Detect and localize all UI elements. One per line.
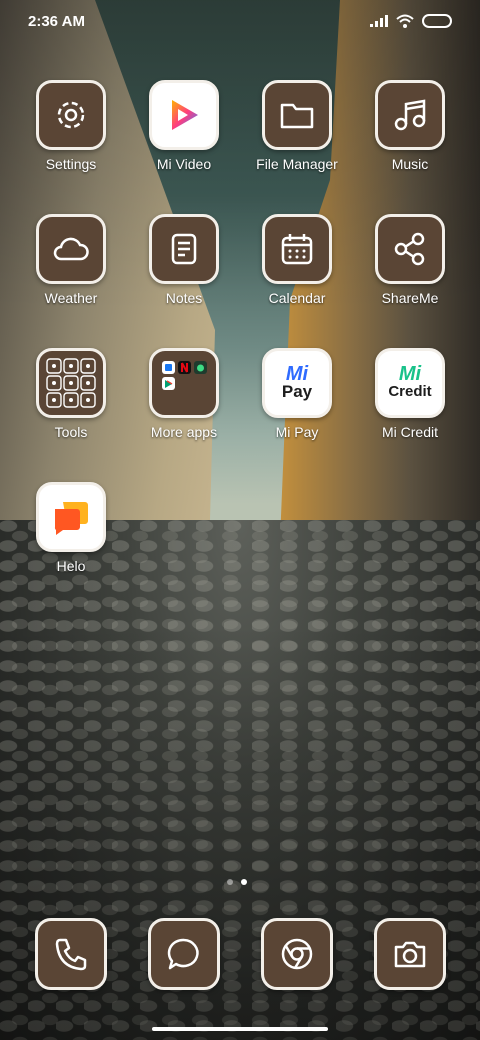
dock-browser[interactable]: [261, 918, 333, 990]
app-helo[interactable]: Helo: [16, 482, 126, 574]
app-label: Calendar: [268, 290, 326, 306]
tools-folder-icon: [36, 348, 106, 418]
home-indicator-bar[interactable]: [152, 1027, 328, 1031]
app-label: Tools: [54, 424, 88, 440]
app-file-manager[interactable]: File Manager: [242, 80, 352, 172]
camera-icon: [374, 918, 446, 990]
share-icon: [375, 214, 445, 284]
pay-logo-text: Pay: [281, 382, 313, 401]
app-label: ShareMe: [381, 290, 439, 306]
app-mi-credit[interactable]: Mi Credit Mi Credit: [355, 348, 465, 440]
app-settings[interactable]: Settings: [16, 80, 126, 172]
page-dot[interactable]: [227, 879, 233, 885]
app-shareme[interactable]: ShareMe: [355, 214, 465, 306]
status-bar: 2:36 AM: [0, 0, 480, 44]
app-label: Mi Video: [156, 156, 212, 172]
credit-logo-text: Credit: [388, 383, 432, 400]
dock-messages[interactable]: [148, 918, 220, 990]
app-label: Notes: [165, 290, 203, 306]
app-weather[interactable]: Weather: [16, 214, 126, 306]
app-mi-video[interactable]: Mi Video: [129, 80, 239, 172]
app-label: Weather: [44, 290, 98, 306]
app-mi-pay[interactable]: Mi Pay Mi Pay: [242, 348, 352, 440]
app-notes[interactable]: Notes: [129, 214, 239, 306]
mi-logo-text: Mi: [285, 363, 309, 385]
note-icon: [149, 214, 219, 284]
wifi-icon: [396, 14, 414, 28]
gear-icon: [36, 80, 106, 150]
app-calendar[interactable]: Calendar: [242, 214, 352, 306]
folder-icon: [262, 80, 332, 150]
page-indicator: [227, 879, 247, 885]
page-dot-active[interactable]: [241, 879, 247, 885]
mi-pay-icon: Mi Pay: [262, 348, 332, 418]
app-label: Music: [391, 156, 429, 172]
mi-credit-icon: Mi Credit: [375, 348, 445, 418]
phone-icon: [35, 918, 107, 990]
app-tools-folder[interactable]: Tools: [16, 348, 126, 440]
app-label: File Manager: [256, 156, 338, 172]
app-more-apps-folder[interactable]: More apps: [129, 348, 239, 440]
status-icons: [370, 14, 452, 28]
battery-icon: [422, 14, 452, 28]
dock-camera[interactable]: [374, 918, 446, 990]
app-label: More apps: [150, 424, 218, 440]
music-note-icon: [375, 80, 445, 150]
chrome-icon: [261, 918, 333, 990]
apps-folder-icon: [149, 348, 219, 418]
app-label: Mi Pay: [275, 424, 319, 440]
app-label: Helo: [56, 558, 86, 574]
app-label: Mi Credit: [381, 424, 438, 440]
message-icon: [148, 918, 220, 990]
play-icon: [149, 80, 219, 150]
app-label: Settings: [45, 156, 97, 172]
app-music[interactable]: Music: [355, 80, 465, 172]
dock-phone[interactable]: [35, 918, 107, 990]
calendar-icon: [262, 214, 332, 284]
chat-bubbles-icon: [36, 482, 106, 552]
status-time: 2:36 AM: [28, 13, 85, 30]
signal-icon: [370, 15, 388, 27]
cloud-icon: [36, 214, 106, 284]
mi-logo-text: Mi: [398, 363, 422, 385]
